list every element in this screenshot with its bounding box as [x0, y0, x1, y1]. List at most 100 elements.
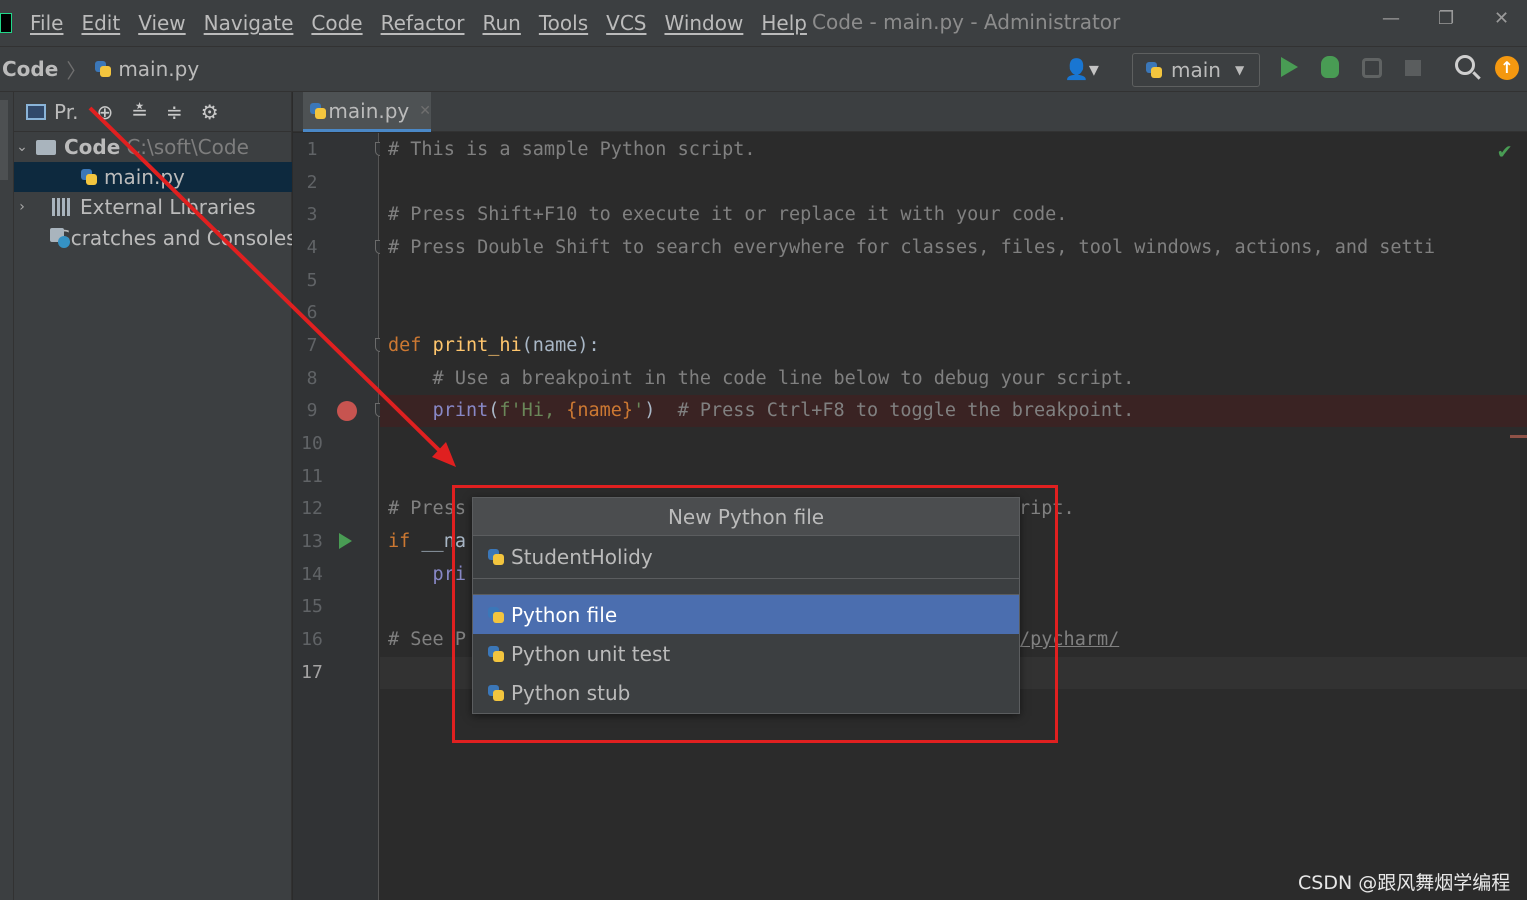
scrollbar-marker: [1510, 435, 1527, 438]
menu-bar: File Edit View Navigate Code Refactor Ru…: [0, 0, 1527, 46]
tree-item-label: Scratches and Consoles: [58, 226, 292, 250]
option-python-file[interactable]: Python file: [473, 595, 1019, 634]
tree-item-external-libraries[interactable]: › External Libraries: [14, 192, 292, 222]
menu-window[interactable]: Window: [664, 11, 743, 35]
restore-button[interactable]: ❐: [1438, 8, 1454, 29]
menu-refactor[interactable]: Refactor: [381, 11, 465, 35]
collapse-all-icon[interactable]: ≑: [166, 100, 183, 124]
comment-token: # Press Ctrl+F8 to toggle the breakpoint…: [655, 400, 1135, 421]
menu-help[interactable]: Help: [761, 11, 807, 35]
option-python-stub[interactable]: Python stub: [473, 673, 1019, 712]
close-window-button[interactable]: ✕: [1494, 8, 1509, 29]
watermark-text: CSDN @跟风舞烟学编程: [1298, 872, 1511, 894]
menu-tools[interactable]: Tools: [539, 11, 588, 35]
project-tool-window: Pr. ⊕ ≛ ≑ ⚙ ⌄ Code C:\soft\Code main.py …: [14, 92, 292, 900]
option-label: Python file: [511, 602, 618, 627]
run-icon[interactable]: [1281, 57, 1298, 77]
dialog-divider: [473, 578, 1019, 595]
user-icon[interactable]: 👤▾: [1064, 57, 1099, 81]
menu-run[interactable]: Run: [483, 11, 521, 35]
line-number: 8: [306, 368, 318, 389]
builtin-token: print: [432, 400, 489, 421]
menu-vcs[interactable]: VCS: [606, 11, 646, 35]
search-icon[interactable]: [1455, 55, 1475, 75]
tree-item-label: main.py: [104, 165, 185, 189]
check-icon: ✔: [1498, 139, 1512, 164]
string-token: ': [633, 400, 645, 421]
keyword-token: if: [388, 531, 411, 552]
python-file-icon: [94, 60, 112, 78]
locate-file-icon[interactable]: ⊕: [96, 100, 113, 124]
tree-item-scratches[interactable]: Scratches and Consoles: [14, 223, 292, 253]
tree-item-project-root[interactable]: ⌄ Code C:\soft\Code: [14, 132, 292, 162]
option-python-unit-test[interactable]: Python unit test: [473, 634, 1019, 673]
menu-navigate[interactable]: Navigate: [204, 11, 294, 35]
stop-icon[interactable]: [1405, 60, 1421, 76]
function-name-token: print_hi: [432, 335, 522, 356]
close-tab-icon[interactable]: ✕: [419, 103, 431, 119]
coverage-icon[interactable]: [1362, 58, 1382, 78]
line-number: 16: [301, 629, 323, 650]
line-number: 5: [306, 270, 318, 291]
line-number: 7: [306, 335, 318, 356]
code-line-8: # Use a breakpoint in the code line belo…: [388, 368, 1135, 389]
menu-edit[interactable]: Edit: [81, 11, 120, 35]
chevron-down-icon[interactable]: ⌄: [14, 139, 30, 155]
signature-token: (name):: [521, 335, 600, 356]
window-title: Code - main.py - Administrator: [812, 10, 1121, 34]
tree-item-main-py[interactable]: main.py: [14, 162, 292, 192]
code-line-4: # Press Double Shift to search everywher…: [388, 237, 1435, 258]
breadcrumb-separator-icon: 〉: [66, 58, 87, 83]
indent-token: [388, 400, 433, 421]
line-number: 17: [301, 662, 323, 683]
breadcrumb-file[interactable]: main.py: [118, 57, 199, 81]
code-line-7: def print_hi(name):: [388, 330, 600, 362]
python-file-icon: [80, 168, 98, 186]
pycharm-logo-icon: [0, 13, 12, 33]
run-gutter-icon[interactable]: [339, 533, 352, 549]
keyword-token: def: [388, 335, 433, 356]
library-icon: [52, 198, 72, 216]
breadcrumb-project[interactable]: Code: [2, 57, 58, 81]
project-panel-title[interactable]: Pr.: [54, 100, 78, 124]
line-number: 9: [306, 400, 318, 421]
project-tool-tab[interactable]: [0, 100, 8, 180]
python-file-icon: [309, 102, 327, 120]
menu-file[interactable]: File: [30, 11, 63, 35]
python-stub-icon: [487, 684, 505, 702]
folder-icon: [36, 139, 56, 155]
tool-window-stripe: [0, 92, 14, 900]
menu-code[interactable]: Code: [311, 11, 362, 35]
line-number: 13: [301, 531, 323, 552]
project-view-icon: [26, 103, 46, 120]
code-line-1: # This is a sample Python script.: [388, 139, 756, 160]
line-number: 12: [301, 498, 323, 519]
breakpoint-icon[interactable]: [337, 401, 357, 421]
file-name-value: StudentHolidy: [511, 544, 653, 569]
tree-item-path: C:\soft\Code: [126, 135, 249, 159]
editor-gutter[interactable]: 1 2 3 4 5 6 7 8 9 10 11 12 13 14 15 16 1…: [293, 133, 385, 900]
line-number: 3: [306, 204, 318, 225]
line-number: 15: [301, 596, 323, 617]
code-line-9: print(f'Hi, {name}') # Press Ctrl+F8 to …: [388, 395, 1135, 427]
file-name-input[interactable]: StudentHolidy: [473, 537, 1019, 576]
option-label: Python stub: [511, 680, 631, 705]
line-number: 1: [306, 139, 318, 160]
line-number: 6: [306, 302, 318, 323]
run-configuration-select[interactable]: main ▼: [1132, 53, 1260, 87]
minimize-button[interactable]: —: [1382, 8, 1400, 29]
tab-main-py[interactable]: main.py ✕: [303, 92, 431, 132]
debug-icon[interactable]: [1321, 56, 1339, 78]
dialog-title: New Python file: [473, 498, 1019, 536]
string-token: f'Hi,: [499, 400, 567, 421]
python-test-icon: [487, 645, 505, 663]
line-number: 14: [301, 564, 323, 585]
update-icon[interactable]: ↑: [1495, 56, 1519, 80]
chevron-right-icon[interactable]: ›: [14, 199, 30, 215]
gear-icon[interactable]: ⚙: [201, 100, 219, 124]
editor-tab-bar: main.py ✕: [293, 92, 1527, 132]
expand-all-icon[interactable]: ≛: [131, 100, 148, 124]
menu-view[interactable]: View: [138, 11, 185, 35]
run-configuration-label: main: [1171, 58, 1221, 82]
option-label: Python unit test: [511, 641, 671, 666]
